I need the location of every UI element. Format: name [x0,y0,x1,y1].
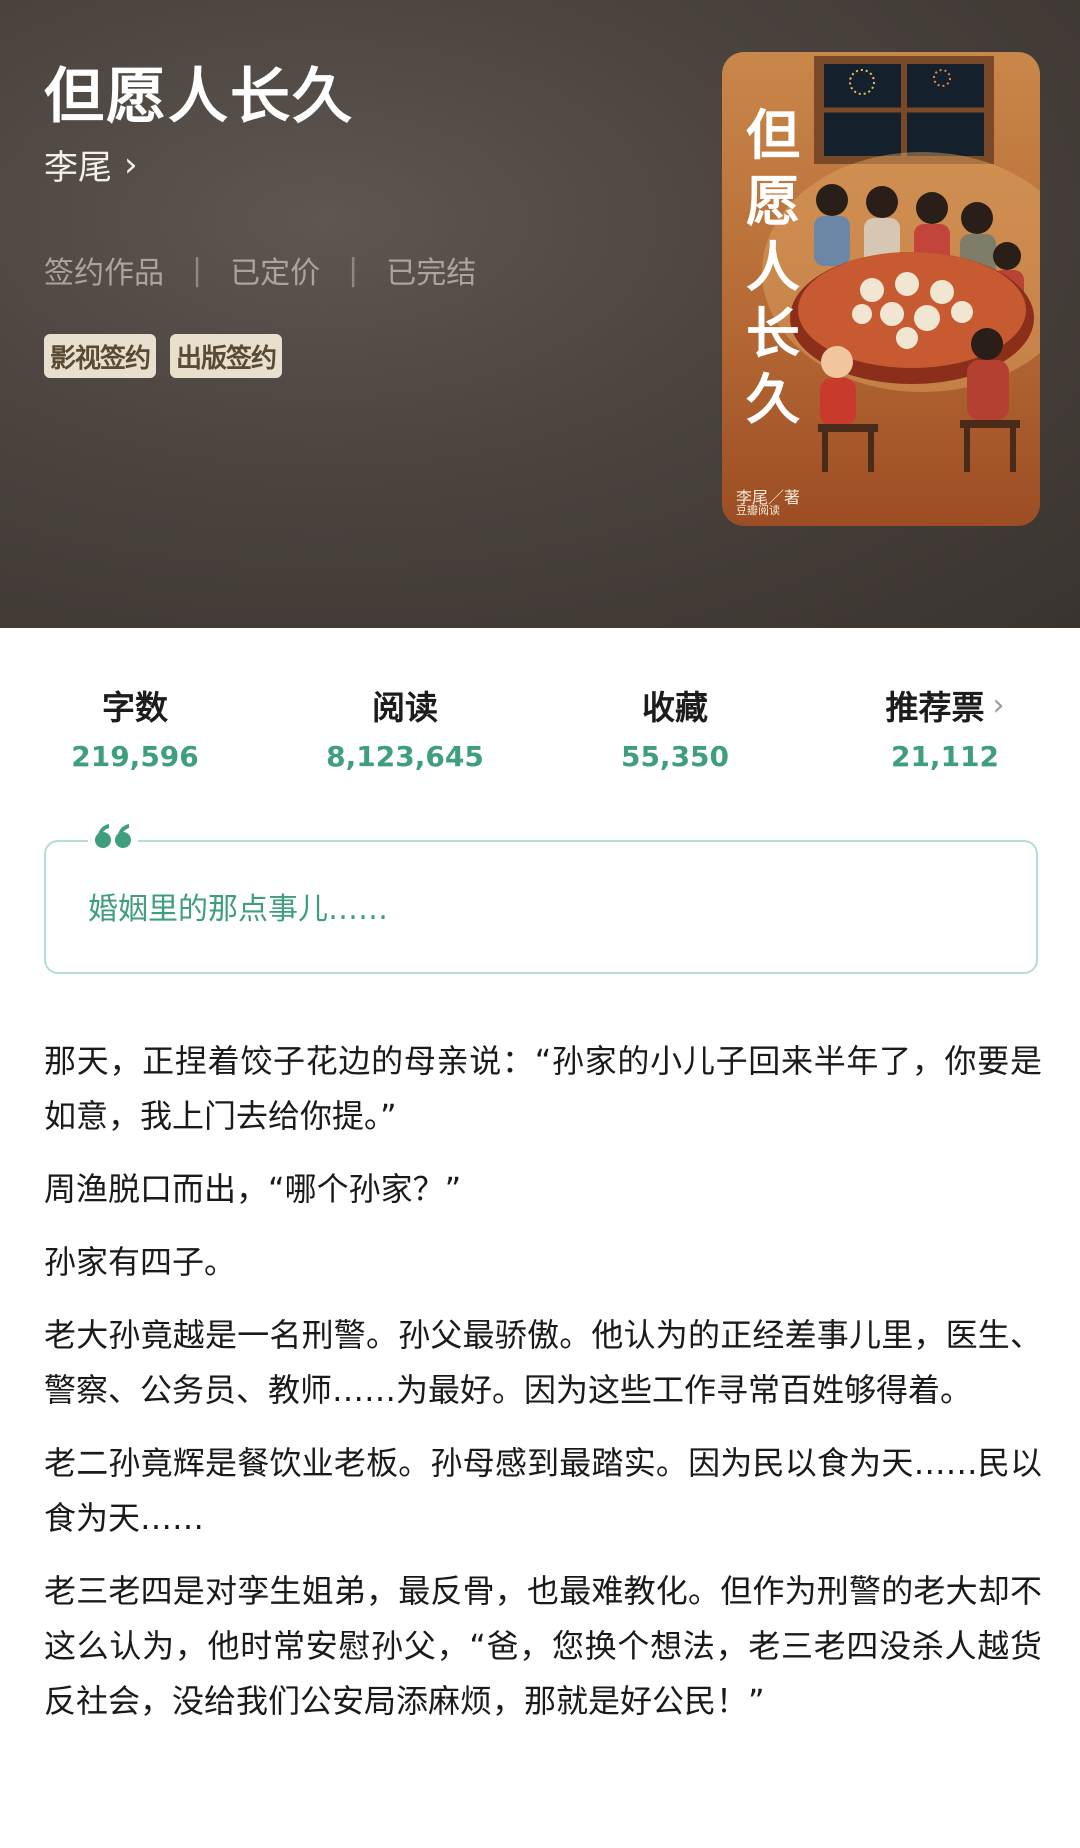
excerpt-paragraph: 周渔脱口而出，“哪个孙家？” [44,1170,462,1208]
stat-label: 推荐票 [885,688,985,727]
author-link[interactable]: 李尾 › [44,140,138,189]
chevron-right-icon: › [124,144,138,185]
meta-signed: 签约作品 [44,256,164,291]
book-meta: 签约作品 | 已定价 | 已完结 [44,248,476,292]
badge-film-contract: 影视签约 [44,334,157,378]
stat-reads: 阅读 8,123,645 [270,680,540,790]
stat-value: 21,112 [890,740,1000,773]
quote-icon [88,812,138,860]
stat-favorites: 收藏 55,350 [540,680,810,790]
cover-title-char: 愿 [746,169,800,233]
cover-title-char: 但 [746,103,800,167]
excerpt-paragraph: 那天，正捏着饺子花边的母亲说：“孙家的小儿子回来半年了，你要是如意，我上门去给你… [44,1042,1042,1135]
meta-priced: 已定价 [230,256,321,291]
book-title: 但愿人长久 [44,62,354,132]
badge-group: 影视签约 出版签约 [44,334,283,378]
excerpt-paragraph: 老三老四是对孪生姐弟，最反骨，也最难教化。但作为刑警的老大却不这么认为，他时常安… [44,1572,1042,1720]
book-cover[interactable]: 但 愿 人 长 久 李尾／著 豆瓣阅读 [722,52,1040,526]
tagline-text: 婚姻里的那点事儿…… [88,892,388,927]
excerpt-paragraph: 老二孙竟辉是餐饮业老板。孙母感到最踏实。因为民以食为天……民以食为天…… [44,1444,1042,1537]
author-name: 李尾 [44,148,112,188]
stat-recommend-votes[interactable]: 推荐票 › 21,112 [810,680,1080,790]
stat-word-count: 字数 219,596 [0,680,270,790]
excerpt-paragraph: 孙家有四子。 [44,1243,237,1281]
stat-value: 55,350 [620,740,730,773]
stat-label: 收藏 [642,688,708,727]
meta-divider: | [348,252,359,288]
badge-publishing-contract: 出版签约 [170,334,283,378]
book-header: 但愿人长久 李尾 › 签约作品 | 已定价 | 已完结 影视签约 出版签约 但 … [0,0,1080,628]
cover-publisher: 豆瓣阅读 [736,504,780,517]
cover-title: 但 愿 人 长 久 [738,102,808,432]
cover-title-char: 人 [746,235,800,299]
chevron-right-icon: › [992,687,1005,723]
stat-value: 8,123,645 [326,740,484,773]
stat-label: 字数 [102,688,168,727]
meta-completed: 已完结 [386,256,477,291]
cover-title-char: 长 [746,301,800,365]
stats-bar: 字数 219,596 阅读 8,123,645 收藏 55,350 推荐票 › … [0,680,1080,790]
stat-value: 219,596 [71,740,199,773]
excerpt-paragraph: 老大孙竟越是一名刑警。孙父最骄傲。他认为的正经差事儿里，医生、警察、公务员、教师… [44,1316,1042,1409]
meta-divider: | [192,252,203,288]
cover-title-char: 久 [746,367,800,431]
stat-label: 阅读 [372,688,438,727]
book-excerpt: 那天，正捏着饺子花边的母亲说：“孙家的小儿子回来半年了，你要是如意，我上门去给你… [44,1034,1042,1747]
